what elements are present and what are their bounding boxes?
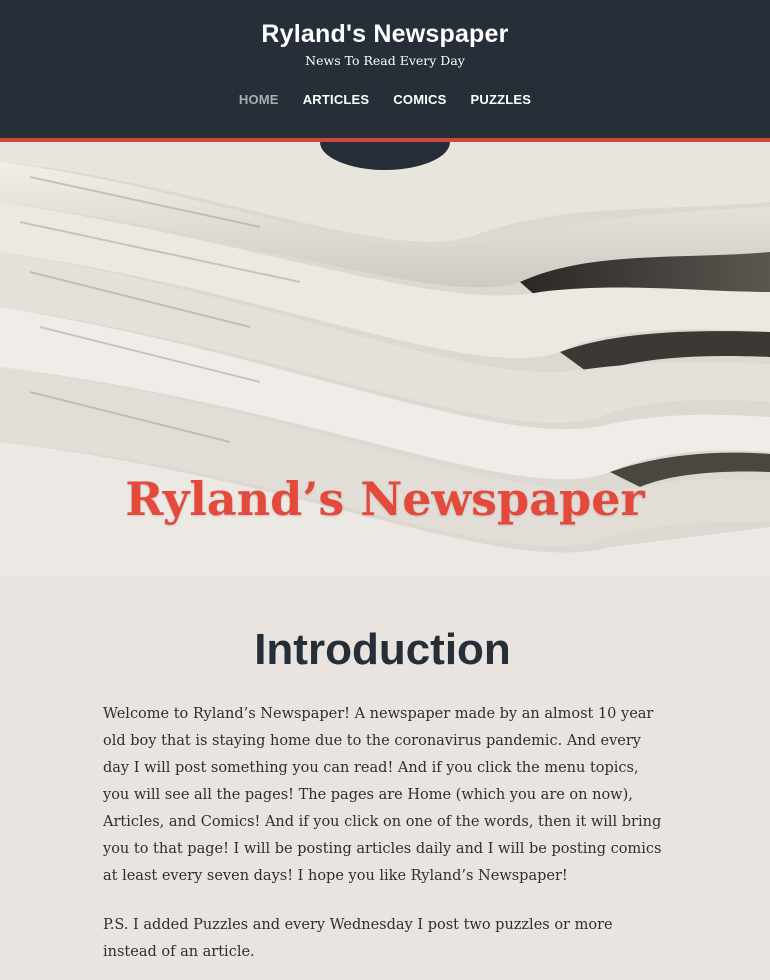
hero-title: Ryland’s Newspaper <box>125 472 645 526</box>
site-tagline: News To Read Every Day <box>305 53 465 68</box>
intro-heading: Introduction <box>254 625 511 674</box>
hero-banner: Ryland’s Newspaper <box>0 142 770 575</box>
nav-home[interactable]: HOME <box>239 92 279 107</box>
main-content: Introduction Welcome to Ryland’s Newspap… <box>0 625 770 966</box>
nav-comics[interactable]: COMICS <box>393 92 446 107</box>
nav-articles[interactable]: ARTICLES <box>303 92 370 107</box>
ps-paragraph: P.S. I added Puzzles and every Wednesday… <box>103 917 613 960</box>
site-header: Ryland's Newspaper News To Read Every Da… <box>0 0 770 142</box>
intro-paragraph: Welcome to Ryland’s Newspaper! A newspap… <box>103 706 662 884</box>
main-nav: HOME ARTICLES COMICS PUZZLES <box>0 92 770 107</box>
nav-puzzles[interactable]: PUZZLES <box>471 92 532 107</box>
site-title[interactable]: Ryland's Newspaper <box>0 20 770 49</box>
